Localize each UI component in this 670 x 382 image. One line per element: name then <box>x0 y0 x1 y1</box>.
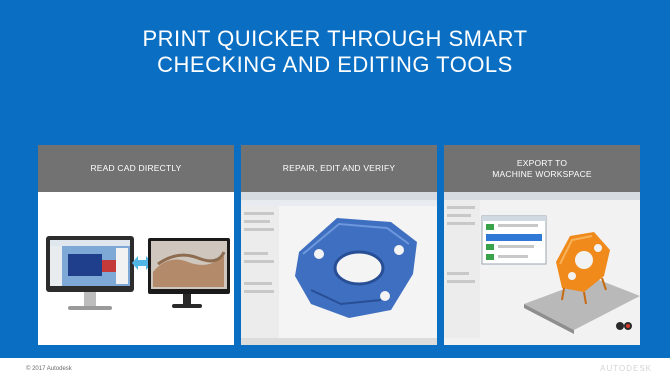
cad-monitors-image <box>38 192 234 345</box>
autodesk-logo: AUTODESK <box>600 364 652 373</box>
repair-software-image <box>241 192 437 345</box>
slide-title: PRINT QUICKER THROUGH SMART CHECKING AND… <box>142 26 528 77</box>
panel-repair-edit: REPAIR, EDIT AND VERIFY <box>241 145 437 345</box>
export-workspace-image <box>444 192 640 345</box>
footer: © 2017 Autodesk AUTODESK <box>0 358 670 382</box>
panel-export: EXPORT TO MACHINE WORKSPACE <box>444 145 640 345</box>
panel-header: EXPORT TO MACHINE WORKSPACE <box>444 145 640 192</box>
copyright-text: © 2017 Autodesk <box>26 366 72 372</box>
slide: PRINT QUICKER THROUGH SMART CHECKING AND… <box>0 0 670 382</box>
panel-read-cad: READ CAD DIRECTLY <box>38 145 234 345</box>
panel-header: READ CAD DIRECTLY <box>38 145 234 192</box>
panel-header: REPAIR, EDIT AND VERIFY <box>241 145 437 192</box>
